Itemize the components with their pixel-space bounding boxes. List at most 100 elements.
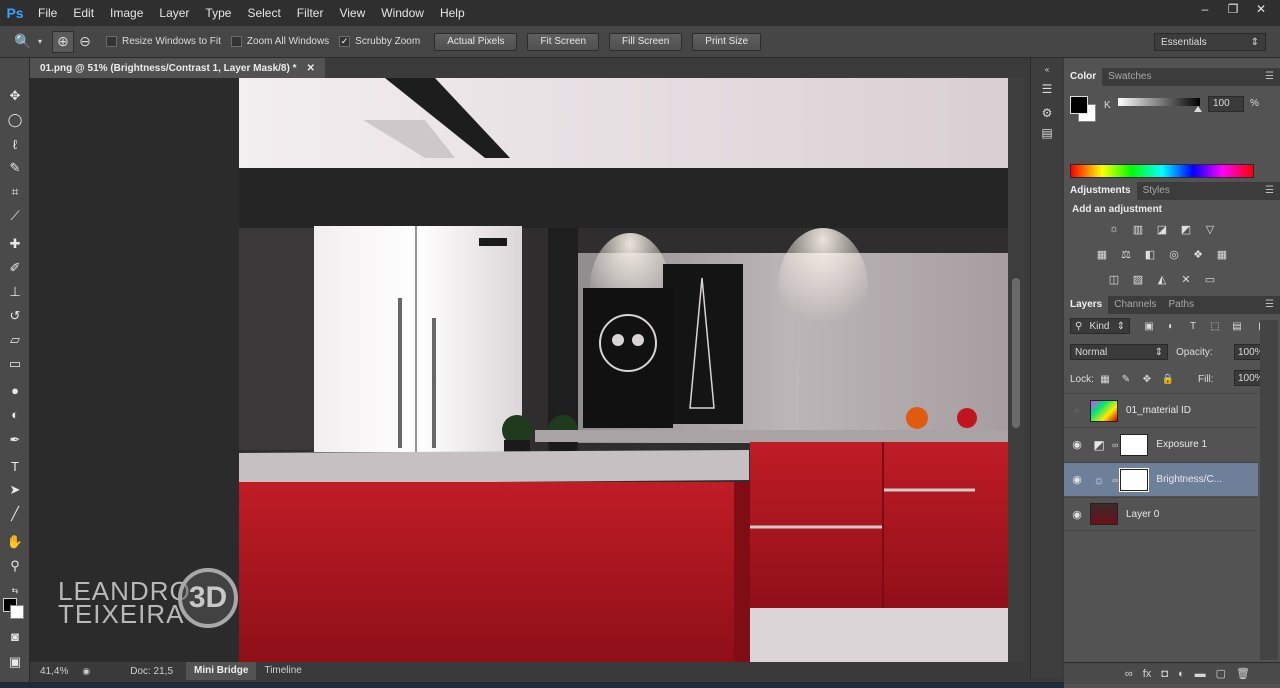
menu-edit[interactable]: Edit [65,0,102,26]
document-tab[interactable]: 01.png @ 51% (Brightness/Contrast 1, Lay… [30,58,325,78]
gradient-map-icon[interactable]: ▭ [1202,272,1218,286]
layer-mask-thumbnail[interactable] [1120,433,1149,456]
path-selection-tool-icon[interactable]: ➤ [4,480,26,500]
restore-button[interactable]: ❐ [1220,0,1246,18]
tab-timeline[interactable]: Timeline [256,662,309,680]
checkbox-box[interactable] [106,36,117,47]
link-layers-icon[interactable]: ∞ [1125,668,1133,680]
fill-screen-button[interactable]: Fill Screen [609,32,683,51]
slider-thumb[interactable] [1194,106,1202,112]
tab-paths[interactable]: Paths [1163,296,1201,314]
background-color-swatch[interactable] [10,605,24,619]
print-size-button[interactable]: Print Size [692,32,762,51]
menu-help[interactable]: Help [432,0,473,26]
healing-brush-tool-icon[interactable]: ✚ [4,234,26,254]
history-panel-icon[interactable]: ☰ [1038,80,1056,98]
layer-name[interactable]: Layer 0 [1126,509,1159,520]
zoom-tool-icon[interactable]: 🔍 [12,31,34,53]
eraser-tool-icon[interactable]: ▱ [4,330,26,350]
resize-windows-checkbox[interactable]: Resize Windows to Fit [106,36,221,47]
eye-icon[interactable]: ◉ [1064,473,1090,486]
tab-mini-bridge[interactable]: Mini Bridge [186,662,257,680]
panel-menu-icon[interactable]: ☰ [1265,185,1274,196]
eyedropper-tool-icon[interactable]: ⟋ [4,206,26,226]
crop-tool-icon[interactable]: ⌗ [4,182,26,202]
hand-tool-icon[interactable]: ✋ [4,532,26,552]
lock-all-icon[interactable]: 🔒 [1161,372,1175,386]
eye-icon[interactable]: ◉ [1064,508,1090,521]
panel-menu-icon[interactable]: ☰ [1265,299,1274,310]
tab-channels[interactable]: Channels [1108,296,1162,314]
lasso-tool-icon[interactable]: ℓ [4,134,26,154]
history-brush-tool-icon[interactable]: ↺ [4,306,26,326]
marquee-tool-icon[interactable]: ◯ [4,110,26,130]
new-adjustment-icon[interactable]: ◐ [1178,668,1185,680]
tab-adjustments[interactable]: Adjustments [1064,182,1137,200]
panel-menu-icon[interactable]: ☰ [1265,71,1274,82]
color-balance-icon[interactable]: ⚖ [1118,247,1134,261]
properties-panel-icon[interactable]: ⚙ [1038,104,1056,122]
zoom-tool-icon[interactable]: ⚲ [4,556,26,576]
zoom-out-icon[interactable]: ⊖ [74,31,96,53]
invert-icon[interactable]: ◫ [1106,272,1122,286]
layer-name[interactable]: Brightness/C... [1156,474,1222,485]
zoom-in-icon[interactable]: ⊕ [52,30,74,53]
filter-adjustment-icon[interactable]: ◐ [1164,319,1178,333]
color-spectrum-bar[interactable] [1070,164,1254,178]
vibrance-icon[interactable]: ▽ [1202,222,1218,236]
checkbox-checked-box[interactable]: ✓ [339,36,351,47]
channel-mixer-icon[interactable]: ❖ [1190,247,1206,261]
checkbox-box[interactable] [230,36,242,47]
actual-pixels-button[interactable]: Actual Pixels [434,32,518,51]
layers-scrollbar[interactable] [1260,320,1278,660]
k-channel-slider[interactable] [1118,98,1200,106]
move-tool-icon[interactable]: ✥ [4,86,26,106]
filter-shape-icon[interactable]: ⬚ [1208,319,1222,333]
layer-row-exposure[interactable]: ◉ ◩ ∞ Exposure 1 [1064,427,1258,461]
foreground-color-chip[interactable] [1070,96,1088,114]
menu-select[interactable]: Select [239,0,288,26]
tab-styles[interactable]: Styles [1137,182,1176,200]
filter-kind-select[interactable]: ⚲ Kind ⇕ [1070,318,1130,334]
blend-mode-select[interactable]: Normal ⇕ [1070,344,1168,360]
vertical-scrollbar[interactable] [1008,78,1024,662]
hue-saturation-icon[interactable]: ▦ [1094,247,1110,261]
fit-screen-button[interactable]: Fit Screen [527,32,600,51]
scrubby-zoom-checkbox[interactable]: ✓ Scrubby Zoom [339,36,420,47]
tab-layers[interactable]: Layers [1064,296,1109,314]
swap-colors-icon[interactable]: ⇆ [4,580,26,600]
selective-color-icon[interactable]: ✕ [1178,272,1194,286]
link-icon[interactable]: ∞ [1112,440,1118,450]
canvas-area[interactable]: LEANDRO TEIXEIRA 3D [30,78,1024,662]
menu-view[interactable]: View [331,0,373,26]
layer-row-brightness-contrast[interactable]: ◉ ☼ ∞ Brightness/C... [1064,462,1258,496]
add-mask-icon[interactable]: ◘ [1161,668,1168,680]
menu-file[interactable]: File [30,0,65,26]
zoom-level[interactable]: 41,4% [40,666,68,677]
layer-mask-thumbnail[interactable] [1119,467,1150,492]
color-lookup-icon[interactable]: ▦ [1214,247,1230,261]
visibility-toggle-off-icon[interactable]: ▫ [1064,405,1090,417]
blur-tool-icon[interactable]: ● [4,380,26,400]
status-info-icon[interactable]: ◉ [82,666,90,677]
new-layer-icon[interactable]: ▢ [1216,667,1226,680]
trash-icon[interactable]: 🗑 [1236,667,1250,680]
close-tab-icon[interactable]: ✕ [307,63,315,74]
layer-name[interactable]: 01_material ID [1126,405,1191,416]
quick-selection-tool-icon[interactable]: ✎ [4,158,26,178]
workspace-select[interactable]: Essentials ⇕ [1154,33,1266,51]
menu-layer[interactable]: Layer [151,0,197,26]
menu-window[interactable]: Window [373,0,432,26]
tab-color[interactable]: Color [1064,68,1103,86]
dodge-tool-icon[interactable]: ◐ [4,404,26,424]
clone-stamp-tool-icon[interactable]: ⊥ [4,282,26,302]
type-tool-icon[interactable]: T [4,456,26,476]
scrollbar-thumb[interactable] [1012,278,1020,428]
posterize-icon[interactable]: ▨ [1130,272,1146,286]
screen-mode-icon[interactable]: ▣ [4,652,26,672]
filter-type-icon[interactable]: T [1186,319,1200,333]
layer-row-material-id[interactable]: ▫ 01_material ID [1064,393,1258,427]
lock-position-icon[interactable]: ✥ [1140,372,1154,386]
zoom-all-windows-checkbox[interactable]: Zoom All Windows [230,36,329,47]
filter-pixel-icon[interactable]: ▣ [1142,319,1156,333]
